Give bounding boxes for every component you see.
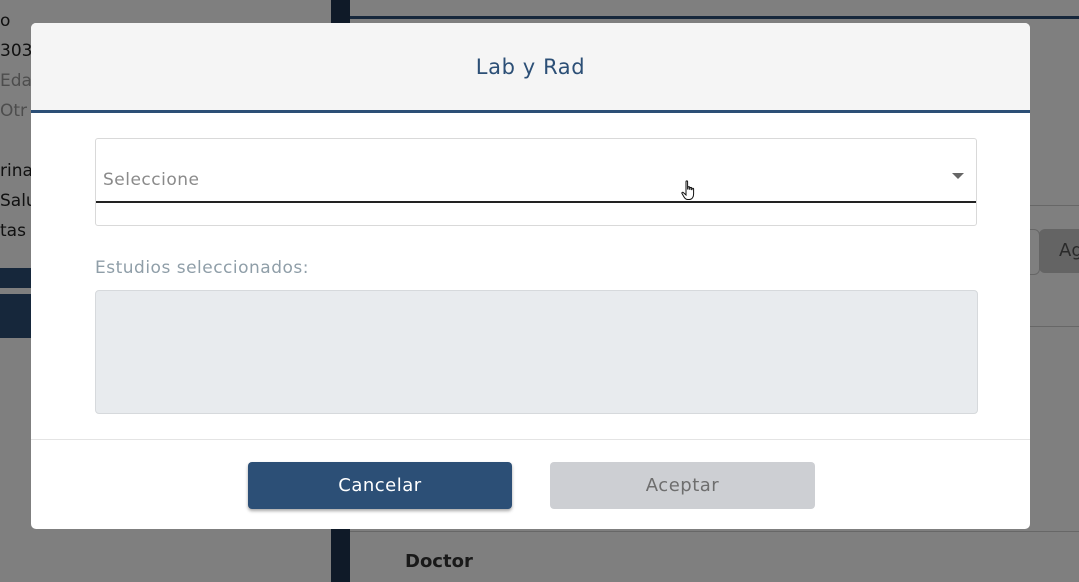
- select-value: Seleccione: [103, 170, 200, 190]
- dialog-header: Lab y Rad: [31, 23, 1030, 113]
- accept-button[interactable]: Aceptar: [550, 462, 815, 509]
- cancel-button[interactable]: Cancelar: [248, 462, 512, 509]
- hand-pointer-icon: [681, 180, 695, 200]
- selected-studies-list[interactable]: [95, 290, 978, 414]
- dialog-title: Lab y Rad: [475, 54, 586, 79]
- lab-rad-dialog: Lab y Rad Seleccione Estudios selecciona…: [31, 23, 1030, 529]
- study-select-container: Seleccione: [95, 138, 977, 226]
- dialog-footer-divider: [31, 439, 1030, 440]
- chevron-down-icon: [952, 173, 964, 179]
- selected-studies-label: Estudios seleccionados:: [95, 258, 309, 278]
- study-select[interactable]: Seleccione: [96, 139, 976, 203]
